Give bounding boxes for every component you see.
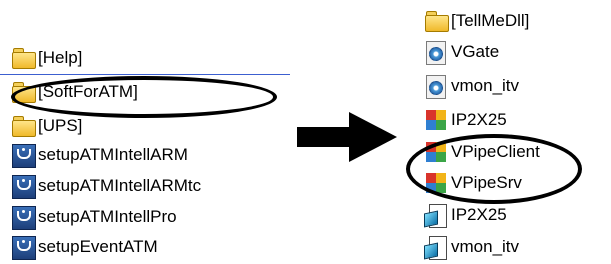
application-icon [423,108,449,132]
dll-gear-icon [423,40,449,65]
item-label: IP2X25 [451,205,507,224]
setup-icon [10,143,36,168]
list-item-setup-eventatm[interactable]: setupEventATM [10,233,158,261]
cube-document-icon [423,235,449,260]
folder-icon [423,9,449,33]
list-item-ups-folder[interactable]: [UPS] [10,112,82,140]
list-item-ip2x25-exe[interactable]: IP2X25 [423,106,507,134]
dll-gear-icon [423,74,449,99]
list-item-ip2x25-cube[interactable]: IP2X25 [423,201,507,229]
item-label: vmon_itv [451,76,520,95]
list-item-vgate[interactable]: VGate [423,38,499,66]
item-label: setupEventATM [38,237,158,256]
item-label: setupATMIntellARMtc [38,176,202,195]
item-label: setupATMIntellPro [38,207,177,226]
folder-icon [10,46,36,70]
list-item-help-folder[interactable]: [Help] [10,44,82,72]
list-item-tellmedll-folder[interactable]: [TellMeDll] [423,7,529,35]
item-label: [TellMeDll] [451,11,530,30]
list-item-setup-atmintellarm[interactable]: setupATMIntellARM [10,141,188,169]
item-label: [UPS] [38,116,83,135]
list-item-vmon-itv-cube[interactable]: vmon_itv [423,233,519,261]
item-label: VGate [451,42,500,61]
setup-icon [10,174,36,199]
highlight-ellipse-right [406,134,582,204]
folder-icon [10,114,36,138]
selection-divider [0,74,290,75]
left-file-list: [Help] [SoftForATM] [UPS] setupATMIntell… [0,0,290,264]
list-item-setup-atmintellpro[interactable]: setupATMIntellPro [10,203,177,231]
setup-icon [10,235,36,260]
right-file-list: [TellMeDll] VGate vmon_itv IP2X25 VPipeC… [408,0,611,264]
arrow-right-icon [297,112,397,162]
item-label: vmon_itv [451,237,520,256]
list-item-setup-atmintellarmtc[interactable]: setupATMIntellARMtc [10,172,201,200]
setup-icon [10,205,36,230]
item-label: setupATMIntellARM [38,145,188,164]
highlight-ellipse-left [11,76,277,118]
item-label: [Help] [38,48,83,67]
cube-document-icon [423,203,449,228]
list-item-vmon-itv-dll[interactable]: vmon_itv [423,72,519,100]
item-label: IP2X25 [451,110,507,129]
